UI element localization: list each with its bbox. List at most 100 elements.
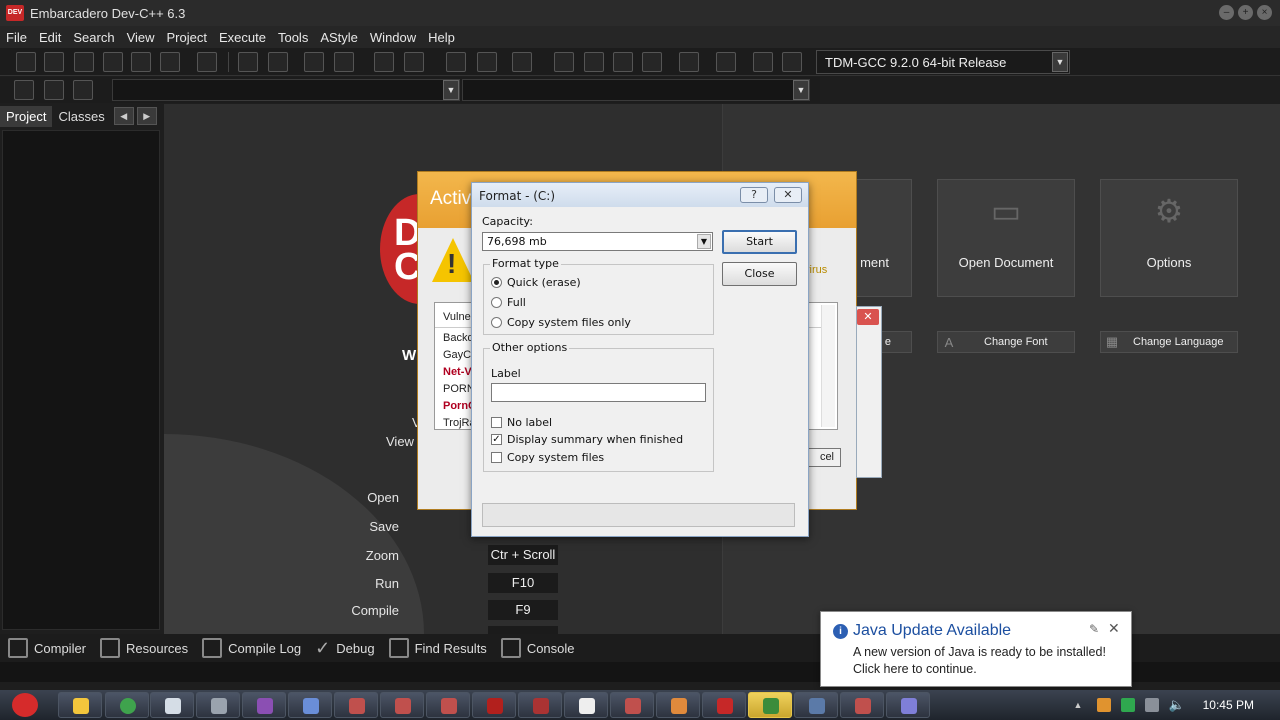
taskbar-app[interactable] <box>426 692 470 718</box>
chevron-right-icon[interactable]: ▶ <box>136 107 157 125</box>
change-font-button[interactable]: A Change Font <box>937 331 1075 353</box>
taskbar-app[interactable] <box>794 692 838 718</box>
chevron-left-icon[interactable]: ◀ <box>113 107 134 125</box>
start-button[interactable]: Start <box>722 230 797 254</box>
bookmark-list-icon[interactable] <box>73 80 93 100</box>
indent-icon[interactable] <box>304 52 324 72</box>
taskbar-app[interactable] <box>58 692 102 718</box>
start-button[interactable] <box>4 691 44 719</box>
tab-console[interactable]: Console <box>500 638 575 658</box>
taskbar-app[interactable] <box>196 692 240 718</box>
taskbar-app[interactable] <box>610 692 654 718</box>
new-file-icon[interactable] <box>16 52 36 72</box>
rebuild-icon[interactable] <box>642 52 662 72</box>
taskbar-app[interactable] <box>564 692 608 718</box>
taskbar-app[interactable] <box>380 692 424 718</box>
menu-file[interactable]: File <box>0 30 33 45</box>
chevron-down-icon[interactable]: ▼ <box>793 80 809 100</box>
tab-find-results[interactable]: Find Results <box>388 638 487 658</box>
run-icon[interactable] <box>584 52 604 72</box>
taskbar-app[interactable] <box>150 692 194 718</box>
taskbar-app[interactable] <box>288 692 332 718</box>
taskbar-app[interactable] <box>242 692 286 718</box>
radio-button[interactable] <box>491 277 502 288</box>
show-hidden-icons-icon[interactable]: ▲ <box>1074 700 1083 710</box>
taskbar-app[interactable] <box>702 692 746 718</box>
menu-astyle[interactable]: AStyle <box>314 30 364 45</box>
close-all-icon[interactable] <box>160 52 180 72</box>
goto-bookmark-icon[interactable] <box>14 80 34 100</box>
radio-button[interactable] <box>491 317 502 328</box>
radio-copy-system-files-only[interactable]: Copy system files only <box>491 316 631 329</box>
list-item[interactable]: Net-V <box>443 366 472 378</box>
unindent-icon[interactable] <box>334 52 354 72</box>
radio-full[interactable]: Full <box>491 296 526 309</box>
taskbar-app[interactable] <box>472 692 516 718</box>
menu-help[interactable]: Help <box>422 30 461 45</box>
capacity-select[interactable]: 76,698 mb ▼ <box>482 232 713 251</box>
volume-icon[interactable]: 🔈 <box>1168 697 1184 713</box>
taskbar-app-active[interactable] <box>748 692 792 718</box>
tab-compiler[interactable]: Compiler <box>8 638 86 658</box>
delete-profile-icon[interactable] <box>782 52 802 72</box>
tab-project[interactable]: Project <box>0 105 53 127</box>
menu-tools[interactable]: Tools <box>272 30 314 45</box>
menu-window[interactable]: Window <box>364 30 422 45</box>
checkbox[interactable] <box>491 452 502 463</box>
redo-icon[interactable] <box>404 52 424 72</box>
chevron-down-icon[interactable]: ▼ <box>697 234 711 249</box>
print-icon[interactable] <box>197 52 217 72</box>
menu-edit[interactable]: Edit <box>33 30 67 45</box>
project-tree[interactable] <box>2 130 160 630</box>
taskbar-app[interactable] <box>105 692 149 718</box>
menu-project[interactable]: Project <box>161 30 213 45</box>
tab-debug[interactable]: ✓ Debug <box>315 638 374 659</box>
tab-compile-log[interactable]: Compile Log <box>202 638 301 658</box>
taskbar-app[interactable] <box>334 692 378 718</box>
checkbox-copy-system-files[interactable]: Copy system files <box>491 451 604 464</box>
save-icon[interactable] <box>74 52 94 72</box>
close-button[interactable]: × <box>1257 5 1272 20</box>
delete-class-icon[interactable] <box>477 52 497 72</box>
find-icon[interactable] <box>238 52 258 72</box>
save-all-icon[interactable] <box>103 52 123 72</box>
menu-execute[interactable]: Execute <box>213 30 272 45</box>
open-document-tile[interactable]: ▭ Open Document <box>937 179 1075 297</box>
chevron-down-icon[interactable]: ▼ <box>443 80 459 100</box>
replace-icon[interactable] <box>268 52 288 72</box>
comment-icon[interactable] <box>512 52 532 72</box>
taskbar-app[interactable] <box>886 692 930 718</box>
clock[interactable]: 10:45 PM <box>1203 698 1254 712</box>
menu-search[interactable]: Search <box>67 30 120 45</box>
taskbar-app[interactable] <box>840 692 884 718</box>
pin-icon[interactable]: ✎ <box>1089 622 1099 636</box>
options-tile[interactable]: ⚙ Options <box>1100 179 1238 297</box>
java-update-notification[interactable]: i Java Update Available ✎ ✕ A new versio… <box>820 611 1132 687</box>
check-syntax-icon[interactable] <box>679 52 699 72</box>
help-button[interactable]: ? <box>740 187 768 203</box>
close-button[interactable]: Close <box>722 262 797 286</box>
function-combo[interactable] <box>462 79 810 101</box>
stop-icon[interactable] <box>716 52 736 72</box>
checkbox-display-summary[interactable]: ✓ Display summary when finished <box>491 433 683 446</box>
list-scrollbar[interactable] <box>821 305 835 427</box>
close-icon[interactable]: ✕ <box>774 187 802 203</box>
profile-icon[interactable] <box>753 52 773 72</box>
compile-run-icon[interactable] <box>613 52 633 72</box>
compile-icon[interactable] <box>554 52 574 72</box>
undo-icon[interactable] <box>374 52 394 72</box>
checkbox-checked[interactable]: ✓ <box>491 434 502 445</box>
chevron-down-icon[interactable]: ▼ <box>1052 52 1068 72</box>
minimize-button[interactable]: – <box>1219 5 1234 20</box>
radio-button[interactable] <box>491 297 502 308</box>
network-icon[interactable] <box>1145 698 1160 712</box>
open-file-icon[interactable] <box>44 52 64 72</box>
new-class-icon[interactable] <box>446 52 466 72</box>
checkbox[interactable] <box>491 417 502 428</box>
java-update-message[interactable]: A new version of Java is ready to be ins… <box>853 644 1125 678</box>
java-tray-icon[interactable] <box>1097 698 1112 712</box>
close-icon[interactable]: ✕ <box>1108 620 1120 637</box>
battery-icon[interactable] <box>1121 698 1136 712</box>
close-icon[interactable]: ✕ <box>857 309 879 325</box>
taskbar-app[interactable] <box>518 692 562 718</box>
